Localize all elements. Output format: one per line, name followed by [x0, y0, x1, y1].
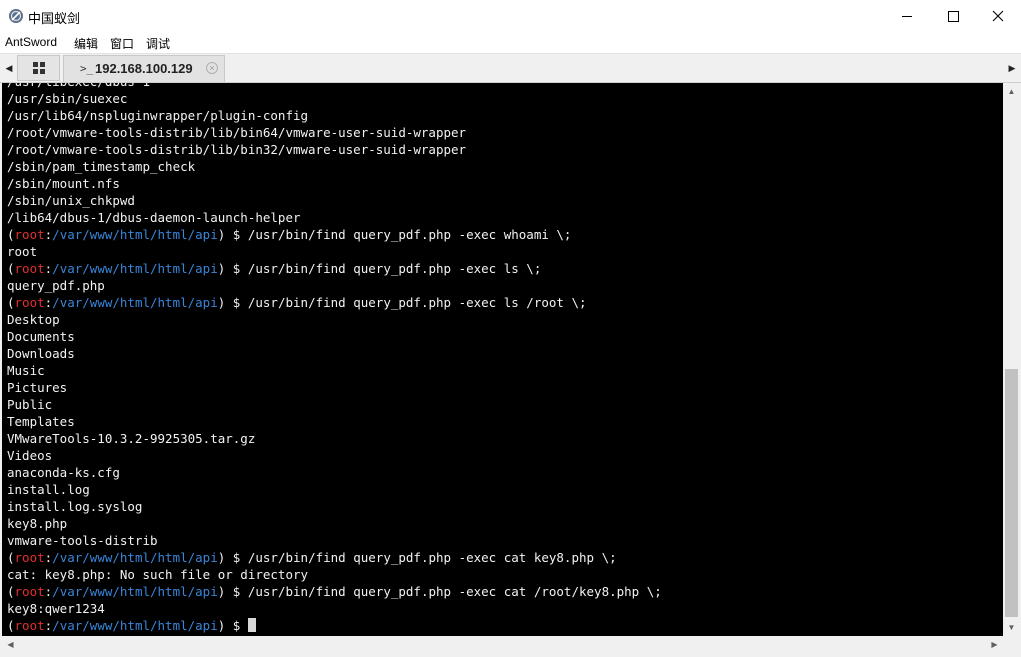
terminal-icon: >_ — [80, 62, 94, 75]
terminal-output-line: /usr/lib64/nspluginwrapper/plugin-config — [7, 108, 309, 123]
terminal-prompt-line: (root:/var/www/html/html/api) $ /usr/bin… — [7, 226, 997, 243]
scroll-down-icon[interactable]: ▼ — [1003, 619, 1020, 636]
prompt-open: ( — [7, 227, 15, 242]
terminal-output-line: /sbin/unix_chkpwd — [7, 193, 135, 208]
prompt-open: ( — [7, 584, 15, 599]
prompt-close: ) $ — [217, 295, 248, 310]
terminal-prompt-line: (root:/var/www/html/html/api) $ /usr/bin… — [7, 549, 997, 566]
prompt-user: root — [14, 295, 45, 310]
menu-edit[interactable]: 编辑 — [74, 35, 98, 52]
terminal-output-line: Public — [7, 397, 53, 412]
tab-terminal-192-168-100-129[interactable]: >_ 192.168.100.129 × — [63, 55, 225, 82]
terminal-output-line: install.log — [7, 482, 90, 497]
prompt-close: ) $ — [217, 584, 248, 599]
terminal-command: /usr/bin/find query_pdf.php -exec cat /r… — [247, 584, 662, 599]
scrollbar-thumb[interactable] — [1005, 369, 1018, 617]
scroll-up-icon[interactable]: ▲ — [1003, 83, 1020, 100]
grid-icon — [32, 62, 45, 74]
tab-scroll-right-button[interactable]: ▶ — [1005, 56, 1019, 80]
terminal-output-line: Pictures — [7, 380, 68, 395]
terminal-output-line: anaconda-ks.cfg — [7, 465, 120, 480]
prompt-open: ( — [7, 550, 15, 565]
terminal-lines: /usr/libexec/dbus-1/usr/sbin/suexec/usr/… — [7, 83, 997, 634]
terminal-output-line: /sbin/pam_timestamp_check — [7, 159, 196, 174]
terminal-output-line: /root/vmware-tools-distrib/lib/bin32/vmw… — [7, 142, 467, 157]
tab-home[interactable] — [17, 55, 60, 81]
title-bar: 中国蚁剑 — [0, 0, 1021, 32]
terminal-output-line: Desktop — [7, 312, 60, 327]
prompt-path: /var/www/html/html/api — [52, 261, 218, 276]
terminal-output-line: vmware-tools-distrib — [7, 533, 158, 548]
prompt-path: /var/www/html/html/api — [52, 227, 218, 242]
terminal-prompt-line: (root:/var/www/html/html/api) $ — [7, 617, 997, 634]
prompt-close: ) $ — [217, 550, 248, 565]
tab-close-icon[interactable]: × — [206, 62, 218, 74]
terminal-output[interactable]: /usr/libexec/dbus-1/usr/sbin/suexec/usr/… — [2, 83, 1003, 636]
menu-antsword[interactable]: AntSword — [5, 35, 57, 49]
prompt-path: /var/www/html/html/api — [52, 295, 218, 310]
minimize-button[interactable] — [884, 0, 930, 32]
prompt-close: ) $ — [217, 261, 248, 276]
terminal-output-line: root — [7, 244, 38, 259]
prompt-close: ) $ — [217, 227, 248, 242]
maximize-button[interactable] — [930, 0, 976, 32]
antsword-logo-icon — [9, 9, 23, 23]
terminal-cursor[interactable] — [247, 618, 256, 632]
prompt-user: root — [14, 261, 45, 276]
prompt-user: root — [14, 227, 45, 242]
terminal-prompt-line: (root:/var/www/html/html/api) $ /usr/bin… — [7, 294, 997, 311]
terminal-command: /usr/bin/find query_pdf.php -exec cat ke… — [247, 550, 617, 565]
terminal-command: /usr/bin/find query_pdf.php -exec whoami… — [247, 227, 572, 242]
vertical-scrollbar[interactable]: ▲ ▼ — [1003, 83, 1020, 636]
terminal-output-line: /usr/libexec/dbus-1 — [7, 83, 997, 90]
terminal-output-line: cat: key8.php: No such file or directory — [7, 567, 309, 582]
terminal-output-line: /sbin/mount.nfs — [7, 176, 120, 191]
terminal-output-line: Videos — [7, 448, 53, 463]
scrollbar-corner — [1003, 636, 1020, 653]
terminal-prompt-line: (root:/var/www/html/html/api) $ /usr/bin… — [7, 583, 997, 600]
terminal-output-line: Templates — [7, 414, 75, 429]
maximize-icon — [947, 10, 959, 22]
terminal-output-line: /usr/sbin/suexec — [7, 91, 128, 106]
prompt-user: root — [14, 618, 45, 633]
tab-label: 192.168.100.129 — [95, 61, 193, 76]
prompt-close: ) $ — [217, 618, 248, 633]
prompt-open: ( — [7, 261, 15, 276]
tab-scroll-left-button[interactable]: ◀ — [2, 56, 16, 80]
close-button[interactable] — [975, 0, 1021, 32]
scroll-right-icon[interactable]: ▶ — [986, 636, 1003, 653]
terminal-output-line: Downloads — [7, 346, 75, 361]
prompt-open: ( — [7, 295, 15, 310]
terminal-output-line: key8:qwer1234 — [7, 601, 105, 616]
prompt-user: root — [14, 550, 45, 565]
terminal-output-line: /root/vmware-tools-distrib/lib/bin64/vmw… — [7, 125, 467, 140]
prompt-user: root — [14, 584, 45, 599]
terminal-prompt-line: (root:/var/www/html/html/api) $ /usr/bin… — [7, 260, 997, 277]
close-icon — [992, 10, 1004, 22]
menu-debug[interactable]: 调试 — [146, 35, 170, 52]
terminal-output-line: install.log.syslog — [7, 499, 143, 514]
horizontal-scrollbar[interactable]: ◀ ▶ — [2, 636, 1003, 653]
terminal-command: /usr/bin/find query_pdf.php -exec ls \; — [247, 261, 542, 276]
terminal-output-line: query_pdf.php — [7, 278, 105, 293]
prompt-path: /var/www/html/html/api — [52, 584, 218, 599]
minimize-icon — [901, 15, 912, 17]
scroll-left-icon[interactable]: ◀ — [2, 636, 19, 653]
terminal-command: /usr/bin/find query_pdf.php -exec ls /ro… — [247, 295, 587, 310]
terminal-output-line: VMwareTools-10.3.2-9925305.tar.gz — [7, 431, 256, 446]
terminal-output-line: key8.php — [7, 516, 68, 531]
terminal-output-line: /lib64/dbus-1/dbus-daemon-launch-helper — [7, 210, 301, 225]
prompt-path: /var/www/html/html/api — [52, 550, 218, 565]
menu-bar: AntSword 编辑 窗口 调试 — [0, 32, 1021, 54]
prompt-open: ( — [7, 618, 15, 633]
tab-bar: ◀ >_ 192.168.100.129 × ▶ — [0, 54, 1021, 83]
terminal-output-line: Documents — [7, 329, 75, 344]
menu-window[interactable]: 窗口 — [110, 35, 134, 52]
window-title: 中国蚁剑 — [28, 11, 81, 26]
terminal-output-line: Music — [7, 363, 45, 378]
prompt-path: /var/www/html/html/api — [52, 618, 218, 633]
